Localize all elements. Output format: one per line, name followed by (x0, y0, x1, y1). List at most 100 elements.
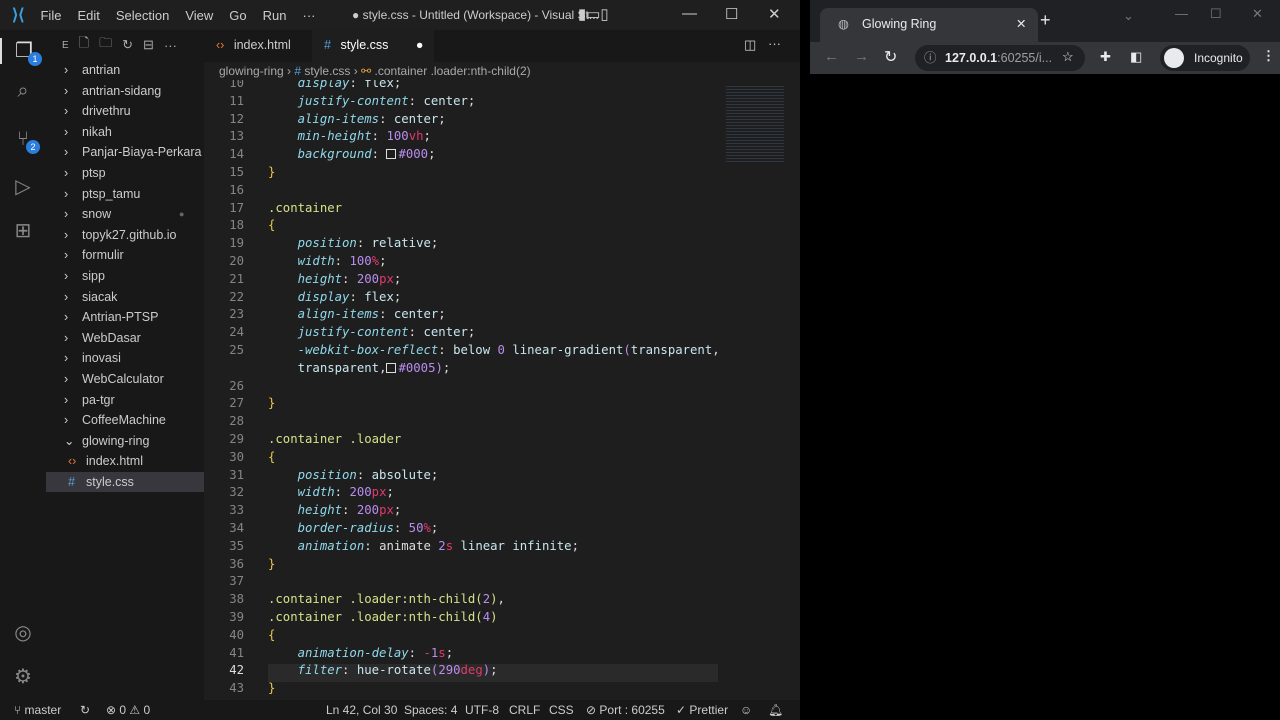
code-line[interactable]: height: 200px; (268, 272, 402, 286)
close-button[interactable]: ✕ (768, 5, 781, 23)
forward-icon[interactable]: → (854, 48, 869, 65)
code-line[interactable]: animation: animate 2s linear infinite; (268, 539, 579, 553)
layout-toggle-icon[interactable]: ▮▭▯ (578, 5, 609, 23)
explorer-item[interactable]: › WebDasar (46, 328, 204, 348)
code-line[interactable]: border-radius: 50%; (268, 521, 439, 535)
explorer-item[interactable]: › drivethru (46, 101, 204, 121)
explorer-icon[interactable]: ❐ 1 (0, 38, 46, 66)
menu-item[interactable]: Go (221, 8, 254, 23)
tab-close-icon[interactable]: ✕ (1016, 8, 1026, 40)
explorer-item[interactable]: › formulir (46, 245, 204, 265)
code-line[interactable]: .container .loader:nth-child(4) (268, 610, 498, 624)
explorer-item[interactable]: › snow ● (46, 204, 204, 224)
code-line[interactable]: animation-delay: -1s; (268, 646, 454, 660)
explorer-item[interactable]: › nikah (46, 122, 204, 142)
code-line[interactable]: align-items: center; (268, 112, 446, 126)
browser-maximize-button[interactable]: ☐ (1210, 6, 1222, 22)
code-line[interactable]: .container .loader:nth-child(2), (268, 592, 505, 606)
search-icon[interactable]: ⌕ (10, 80, 36, 106)
run-debug-icon[interactable]: ▷ (10, 174, 36, 200)
unsaved-dot-icon[interactable]: ● (416, 38, 424, 52)
code-line[interactable]: { (268, 450, 275, 464)
more-actions-icon[interactable]: ··· (164, 38, 177, 53)
code-line[interactable]: width: 200px; (268, 485, 394, 499)
browser-close-button[interactable]: ✕ (1252, 6, 1263, 22)
explorer-item[interactable]: › siacak (46, 287, 204, 307)
tab-style-css[interactable]: # style.css ● (312, 30, 434, 62)
breadcrumb-folder[interactable]: glowing-ring (219, 64, 284, 78)
menu-item[interactable]: File (32, 8, 69, 23)
side-panel-icon[interactable]: ◧ (1130, 49, 1142, 65)
code-line[interactable]: min-height: 100vh; (268, 129, 431, 143)
sync-icon[interactable]: ↻ (80, 700, 90, 720)
minimap[interactable] (726, 84, 784, 164)
menu-item[interactable]: View (177, 8, 221, 23)
explorer-item[interactable]: › Antrian-PTSP (46, 307, 204, 327)
code-line[interactable]: align-items: center; (268, 307, 446, 321)
new-tab-icon[interactable]: + (1040, 10, 1051, 31)
settings-gear-icon[interactable]: ⚙ (10, 664, 36, 690)
minimize-button[interactable]: — (682, 5, 697, 22)
indentation[interactable]: Spaces: 4 (404, 700, 457, 720)
notifications-bell-icon[interactable]: 🔔︎ (768, 700, 783, 720)
explorer-item[interactable]: › sipp (46, 266, 204, 286)
refresh-icon[interactable]: ↻ (122, 37, 133, 53)
explorer-item[interactable]: # style.css (46, 472, 204, 492)
maximize-button[interactable]: ☐ (725, 5, 738, 23)
code-line[interactable]: width: 100%; (268, 254, 387, 268)
bookmark-star-icon[interactable]: ☆ (1062, 49, 1074, 65)
explorer-item[interactable]: ⌄ glowing-ring (46, 431, 204, 451)
code-line[interactable]: position: absolute; (268, 468, 439, 482)
code-line[interactable]: transparent, #0005); (268, 361, 451, 375)
extensions-icon[interactable]: ⊞ (10, 218, 36, 244)
tab-search-icon[interactable]: ⌄ (1123, 8, 1134, 24)
prettier-status[interactable]: ✓ Prettier (676, 700, 728, 720)
code-line[interactable]: justify-content: center; (268, 94, 476, 108)
code-line[interactable]: position: relative; (268, 236, 439, 250)
browser-tab[interactable]: ◍ Glowing Ring ✕ (820, 8, 1038, 42)
breadcrumb-file[interactable]: style.css (304, 64, 350, 78)
browser-menu-icon[interactable]: ⋮ (1262, 48, 1275, 64)
menu-item[interactable]: Edit (69, 8, 107, 23)
encoding[interactable]: UTF-8 (465, 700, 499, 720)
code-line[interactable]: display: flex; (268, 80, 402, 90)
language-mode[interactable]: CSS (549, 700, 574, 720)
explorer-item[interactable]: › ptsp_tamu (46, 184, 204, 204)
menu-item[interactable]: Selection (108, 8, 177, 23)
breadcrumb-symbol[interactable]: .container .loader:nth-child(2) (375, 64, 531, 78)
code-line[interactable]: { (268, 218, 275, 232)
explorer-item[interactable]: › pa-tgr (46, 390, 204, 410)
address-bar[interactable]: ⓘ 127.0.0.1:60255/i... (915, 45, 1085, 71)
problems-status[interactable]: ⊗ 0 ⚠ 0 (106, 700, 150, 720)
code-line[interactable]: -webkit-box-reflect: below 0 linear-grad… (268, 343, 720, 357)
account-icon[interactable]: ◎ (10, 620, 36, 646)
source-control-icon[interactable]: ⑂ 2 (10, 128, 40, 154)
code-line[interactable]: justify-content: center; (268, 325, 476, 339)
code-line[interactable]: } (268, 681, 275, 695)
live-server-port[interactable]: ⊘ Port : 60255 (586, 700, 665, 720)
new-folder-icon[interactable]: 🗀 (99, 34, 112, 56)
feedback-icon[interactable]: ☺ (740, 700, 752, 720)
explorer-item[interactable]: › inovasi (46, 348, 204, 368)
more-actions-icon[interactable]: ··· (768, 36, 781, 51)
code-line[interactable]: height: 200px; (268, 503, 402, 517)
tab-index-html[interactable]: ‹› index.html (204, 30, 312, 62)
eol[interactable]: CRLF (509, 700, 540, 720)
reload-icon[interactable]: ↻ (884, 47, 897, 67)
menu-item[interactable]: ··· (294, 8, 323, 23)
explorer-item[interactable]: › Panjar-Biaya-Perkara (46, 142, 204, 162)
split-editor-icon[interactable]: ◫ (744, 37, 756, 53)
code-line[interactable]: .container .loader (268, 432, 401, 446)
incognito-profile[interactable]: Incognito (1160, 45, 1250, 71)
collapse-all-icon[interactable]: ⊟ (143, 37, 154, 53)
new-file-icon[interactable]: 🗋 (79, 34, 89, 56)
menu-item[interactable]: Run (255, 8, 295, 23)
code-line[interactable]: background: #000; (268, 147, 436, 161)
cursor-position[interactable]: Ln 42, Col 30 (326, 700, 397, 720)
code-line[interactable]: } (268, 557, 275, 571)
code-line[interactable]: { (268, 628, 275, 642)
code-editor[interactable]: 10 display: flex; 11 justify-content: cen… (204, 80, 800, 700)
extensions-puzzle-icon[interactable]: ✚ (1100, 49, 1111, 65)
code-line[interactable]: filter: hue-rotate(290deg); (268, 663, 498, 677)
explorer-item[interactable]: › antrian-sidang (46, 81, 204, 101)
